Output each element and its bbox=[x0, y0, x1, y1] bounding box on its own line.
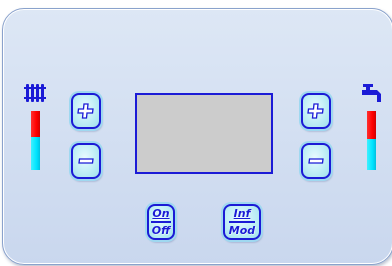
inf-mod-button-bottom-label: Mod bbox=[228, 223, 256, 237]
faucet-icon bbox=[361, 84, 385, 110]
water-plus-button[interactable] bbox=[301, 93, 331, 129]
water-level-indicator-hot bbox=[367, 111, 376, 139]
minus-icon bbox=[308, 158, 324, 164]
on-off-button[interactable]: On Off bbox=[147, 204, 175, 240]
heating-level-indicator-cold bbox=[31, 137, 40, 170]
on-off-separator bbox=[151, 221, 171, 223]
minus-icon bbox=[78, 158, 94, 164]
radiator-icon bbox=[24, 84, 46, 106]
inf-mod-separator bbox=[229, 221, 255, 223]
inf-mod-button[interactable]: Inf Mod bbox=[223, 204, 261, 240]
lcd-display bbox=[135, 93, 273, 174]
water-minus-button[interactable] bbox=[301, 143, 331, 179]
heating-level-indicator-hot bbox=[31, 111, 40, 137]
inf-mod-button-top-label: Inf bbox=[233, 207, 251, 221]
heating-minus-button[interactable] bbox=[71, 143, 101, 179]
on-off-button-bottom-label: Off bbox=[151, 223, 171, 237]
on-off-button-top-label: On bbox=[152, 207, 170, 221]
heating-plus-button[interactable] bbox=[71, 93, 101, 129]
water-level-indicator-cold bbox=[367, 139, 376, 170]
plus-icon bbox=[307, 103, 324, 119]
plus-icon bbox=[77, 103, 94, 119]
